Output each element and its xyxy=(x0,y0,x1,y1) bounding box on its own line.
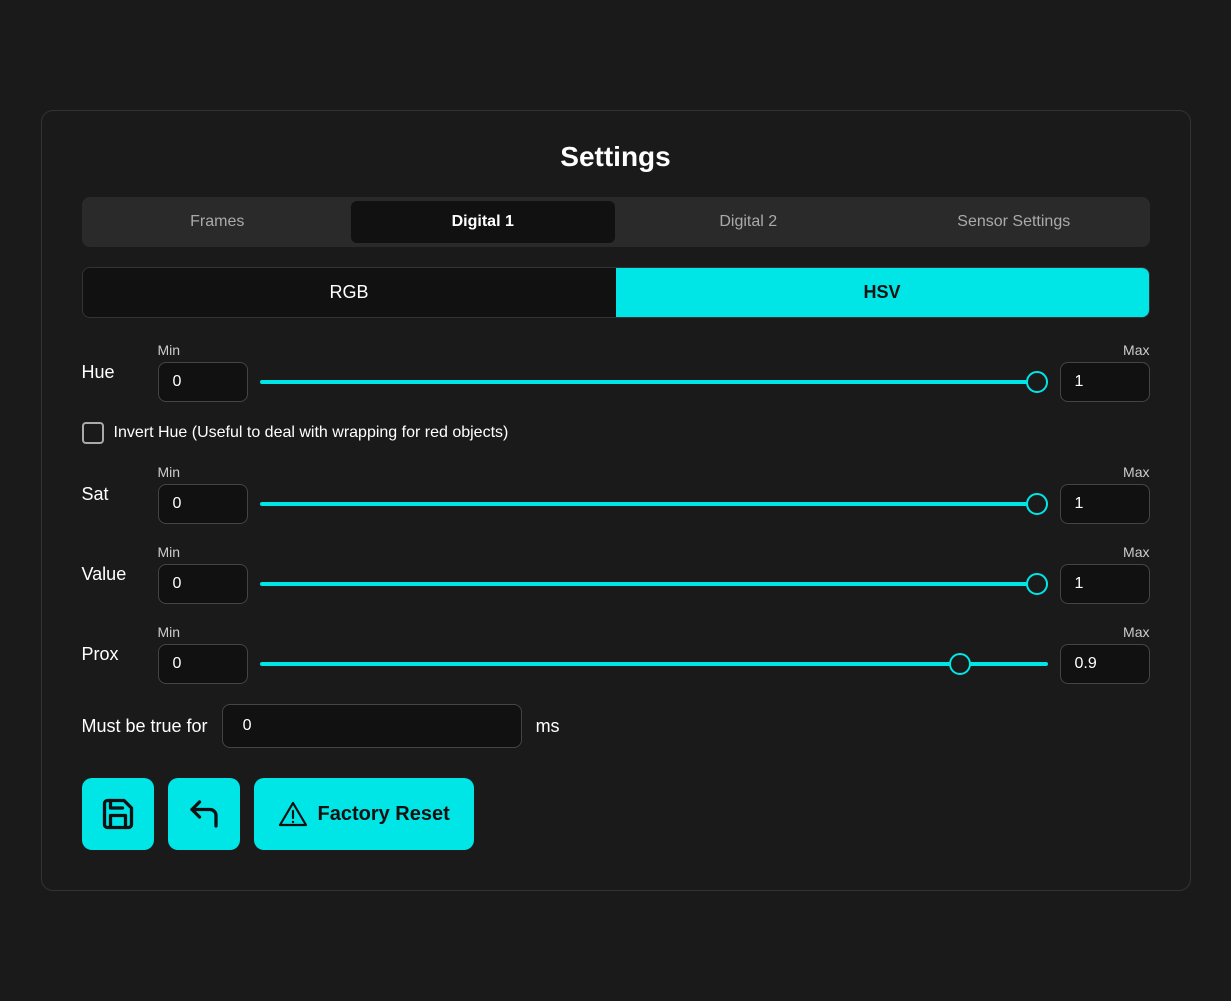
hue-max-input[interactable] xyxy=(1060,362,1150,402)
prox-controls xyxy=(158,644,1150,684)
page-title: Settings xyxy=(82,141,1150,173)
value-slider-track-container xyxy=(260,570,1048,598)
ms-label: ms xyxy=(536,716,560,737)
hsv-button[interactable]: HSV xyxy=(616,268,1149,317)
save-icon xyxy=(100,796,136,832)
tabs-container: Frames Digital 1 Digital 2 Sensor Settin… xyxy=(82,197,1150,247)
undo-button[interactable] xyxy=(168,778,240,850)
sat-max-label: Max xyxy=(1123,464,1149,480)
invert-hue-checkbox[interactable] xyxy=(82,422,104,444)
hue-min-input[interactable] xyxy=(158,362,248,402)
hue-section: Hue Min Max xyxy=(82,342,1150,402)
value-slider-header: Min Max xyxy=(158,544,1150,560)
value-slider-group: Min Max xyxy=(158,544,1150,604)
sat-section: Sat Min Max xyxy=(82,464,1150,524)
sat-label: Sat xyxy=(82,484,142,505)
must-be-row: Must be true for ms xyxy=(82,704,1150,748)
factory-reset-label: Factory Reset xyxy=(318,803,450,826)
save-button[interactable] xyxy=(82,778,154,850)
color-mode-toggle: RGB HSV xyxy=(82,267,1150,318)
warning-icon xyxy=(278,801,308,827)
tab-sensor-settings[interactable]: Sensor Settings xyxy=(882,201,1146,243)
sat-slider-track-container xyxy=(260,490,1048,518)
must-be-label: Must be true for xyxy=(82,716,208,737)
bottom-buttons: Factory Reset xyxy=(82,778,1150,850)
value-section: Value Min Max xyxy=(82,544,1150,604)
hue-slider-group: Min Max xyxy=(158,342,1150,402)
prox-slider-group: Min Max xyxy=(158,624,1150,684)
hue-slider-track-container xyxy=(260,368,1048,396)
sat-slider[interactable] xyxy=(260,502,1048,506)
value-controls xyxy=(158,564,1150,604)
value-slider[interactable] xyxy=(260,582,1048,586)
hue-max-label: Max xyxy=(1123,342,1149,358)
prox-min-label: Min xyxy=(158,624,181,640)
must-be-input[interactable] xyxy=(222,704,522,748)
sat-max-input[interactable] xyxy=(1060,484,1150,524)
value-max-label: Max xyxy=(1123,544,1149,560)
hue-label: Hue xyxy=(82,362,142,383)
tab-digital2[interactable]: Digital 2 xyxy=(617,201,881,243)
value-max-input[interactable] xyxy=(1060,564,1150,604)
sat-min-input[interactable] xyxy=(158,484,248,524)
prox-max-input[interactable] xyxy=(1060,644,1150,684)
rgb-button[interactable]: RGB xyxy=(83,268,616,317)
settings-panel: Settings Frames Digital 1 Digital 2 Sens… xyxy=(41,110,1191,891)
invert-hue-row: Invert Hue (Useful to deal with wrapping… xyxy=(82,422,1150,444)
value-label: Value xyxy=(82,564,142,585)
hue-slider[interactable] xyxy=(260,380,1048,384)
prox-slider-track-container xyxy=(260,650,1048,678)
sat-slider-group: Min Max xyxy=(158,464,1150,524)
prox-slider-header: Min Max xyxy=(158,624,1150,640)
sat-min-label: Min xyxy=(158,464,181,480)
invert-hue-label: Invert Hue (Useful to deal with wrapping… xyxy=(114,424,509,442)
hue-slider-header: Min Max xyxy=(158,342,1150,358)
prox-section: Prox Min Max xyxy=(82,624,1150,684)
sat-controls xyxy=(158,484,1150,524)
undo-icon xyxy=(186,796,222,832)
tab-digital1[interactable]: Digital 1 xyxy=(351,201,615,243)
sat-slider-header: Min Max xyxy=(158,464,1150,480)
prox-slider[interactable] xyxy=(260,662,1048,666)
value-min-input[interactable] xyxy=(158,564,248,604)
prox-label: Prox xyxy=(82,644,142,665)
prox-min-input[interactable] xyxy=(158,644,248,684)
prox-max-label: Max xyxy=(1123,624,1149,640)
hue-controls xyxy=(158,362,1150,402)
hue-min-label: Min xyxy=(158,342,181,358)
tab-frames[interactable]: Frames xyxy=(86,201,350,243)
factory-reset-button[interactable]: Factory Reset xyxy=(254,778,474,850)
value-min-label: Min xyxy=(158,544,181,560)
